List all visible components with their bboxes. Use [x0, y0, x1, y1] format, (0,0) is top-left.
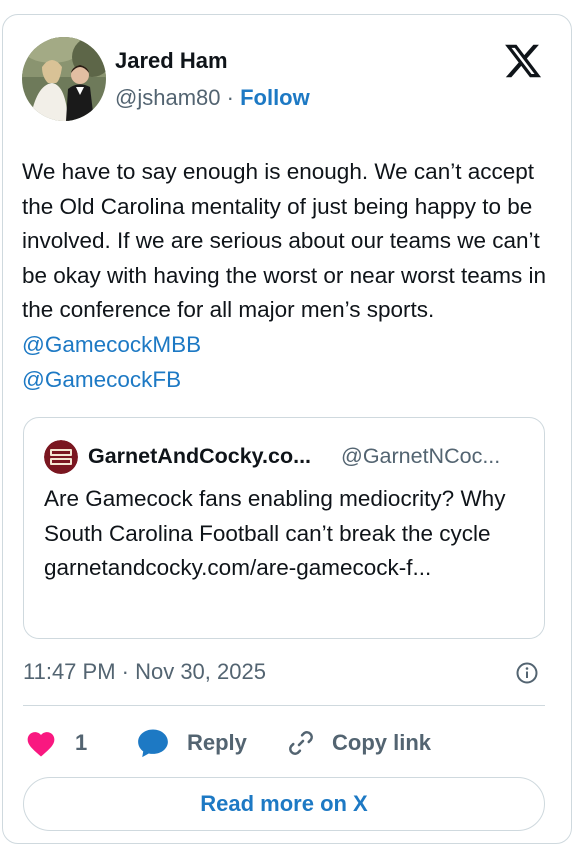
- mention-link[interactable]: @GamecockMBB: [22, 332, 201, 357]
- quoted-tweet[interactable]: GarnetAndCocky.co... @GarnetNCoc... Are …: [23, 417, 545, 639]
- reply-label: Reply: [187, 730, 247, 755]
- heart-icon: [27, 732, 55, 757]
- divider: [23, 705, 545, 706]
- quoted-author-name: GarnetAndCocky.co...: [88, 444, 312, 468]
- author-avatar[interactable]: [22, 37, 106, 121]
- like-count: 1: [75, 730, 88, 755]
- quoted-author-avatar: [44, 440, 78, 474]
- separator-dot: ·: [226, 85, 234, 110]
- tweet-body: We have to say enough is enough. We can’…: [22, 159, 546, 323]
- reply-bubble-icon: [138, 729, 168, 758]
- author-name[interactable]: Jared Ham: [115, 48, 228, 74]
- link-icon: [289, 731, 313, 755]
- copy-link-label: Copy link: [332, 730, 432, 755]
- tweet-text: We have to say enough is enough. We can’…: [22, 155, 552, 397]
- info-icon[interactable]: [515, 661, 539, 685]
- copy-link-button[interactable]: Copy link: [285, 723, 431, 763]
- read-more-button[interactable]: Read more on X: [23, 777, 545, 831]
- quoted-tweet-text: Are Gamecock fans enabling mediocrity? W…: [44, 486, 506, 581]
- author-handle[interactable]: @jsham80: [115, 85, 221, 110]
- author-handle-line: @jsham80 · Follow: [115, 85, 310, 111]
- tweet-timestamp[interactable]: 11:47 PM · Nov 30, 2025: [23, 659, 266, 685]
- like-button[interactable]: 1: [25, 723, 87, 763]
- follow-button[interactable]: Follow: [240, 85, 310, 110]
- reply-button[interactable]: Reply: [136, 723, 247, 763]
- quoted-author-handle: @GarnetNCoc...: [341, 444, 501, 468]
- x-logo-icon[interactable]: [503, 41, 543, 81]
- tweet-card: Jared Ham @jsham80 · Follow We have to s…: [2, 14, 572, 844]
- mention-link[interactable]: @GamecockFB: [22, 367, 181, 392]
